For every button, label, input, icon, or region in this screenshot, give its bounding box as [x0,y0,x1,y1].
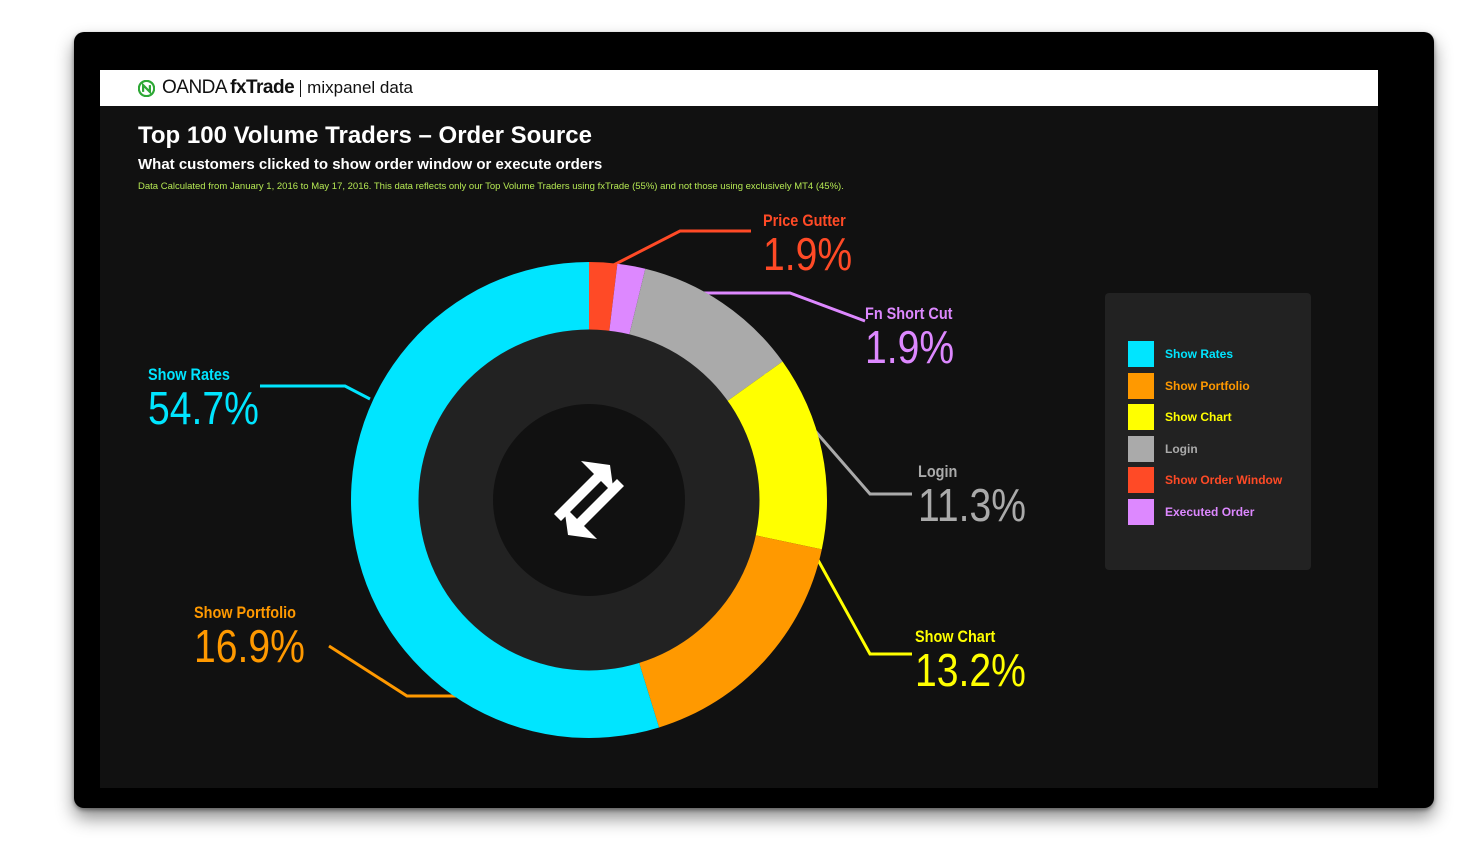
dashboard-screen: OANDA fxTrade mixpanel data Top 100 Volu… [100,70,1378,788]
callout-show-rates: Show Rates 54.7% [148,365,278,431]
legend-swatch [1128,436,1154,462]
legend-label: Show Rates [1165,347,1234,361]
legend-label: Show Chart [1165,410,1232,424]
callout-value: 54.7% [148,382,259,434]
legend-label: Show Portfolio [1165,379,1250,393]
callout-price-gutter: Price Gutter 1.9% [763,211,868,277]
callout-value: 11.3% [918,479,1026,531]
callout-login: Login 11.3% [918,462,1045,528]
legend-swatch [1128,373,1154,399]
legend-swatch [1128,404,1154,430]
legend-item-show-portfolio: Show Portfolio [1128,373,1250,399]
legend-item-show-order-window: Show Order Window [1128,467,1282,493]
callout-show-chart: Show Chart 13.2% [915,627,1045,693]
legend-label: Executed Order [1165,505,1255,519]
legend-label: Show Order Window [1165,473,1283,487]
callout-fn-short-cut: Fn Short Cut 1.9% [865,304,970,370]
callout-value: 13.2% [915,644,1026,696]
legend-swatch [1128,499,1154,525]
chart-legend: Show Rates Show Portfolio Show Chart Log… [1105,293,1311,570]
legend-swatch [1128,467,1154,493]
donut-center [493,404,685,596]
legend-item-show-rates: Show Rates [1128,341,1233,367]
callout-value: 1.9% [763,228,853,280]
legend-label: Login [1165,442,1198,456]
legend-item-show-chart: Show Chart [1128,404,1232,430]
leader-line [816,559,912,656]
legend-item-login: Login [1128,436,1198,462]
callout-value: 16.9% [194,620,305,672]
callout-value: 1.9% [865,321,955,373]
legend-item-executed-order: Executed Order [1128,499,1254,525]
callout-show-portfolio: Show Portfolio 16.9% [194,603,324,669]
legend-swatch [1128,341,1154,367]
